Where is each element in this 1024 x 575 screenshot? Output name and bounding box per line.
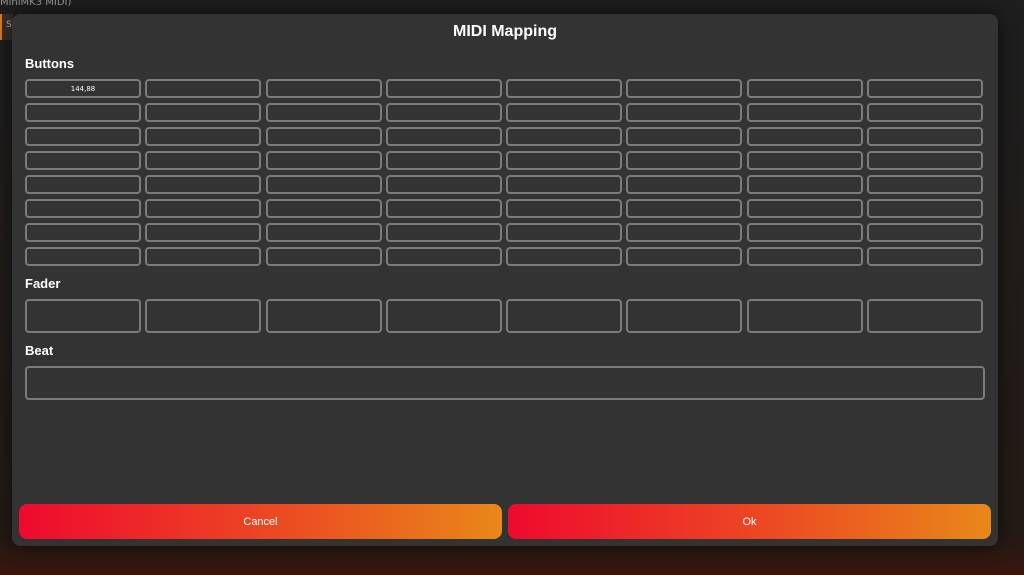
button-mapping-cell[interactable] bbox=[626, 175, 743, 194]
button-mapping-cell[interactable] bbox=[867, 223, 984, 242]
button-mapping-cell[interactable] bbox=[145, 175, 262, 194]
button-mapping-cell[interactable] bbox=[626, 127, 743, 146]
button-mapping-cell[interactable] bbox=[626, 199, 743, 218]
button-mapping-cell[interactable] bbox=[265, 175, 382, 194]
button-mapping-cell[interactable] bbox=[385, 79, 502, 98]
button-mapping-cell[interactable] bbox=[867, 103, 984, 122]
button-mapping-cell[interactable] bbox=[25, 223, 141, 242]
button-mapping-cell[interactable] bbox=[746, 127, 863, 146]
button-mapping-cell[interactable] bbox=[867, 247, 984, 266]
button-mapping-cell[interactable]: 144,88 bbox=[25, 79, 141, 98]
button-mapping-cell[interactable] bbox=[265, 247, 382, 266]
button-mapping-cell[interactable] bbox=[25, 127, 141, 146]
button-mapping-cell[interactable] bbox=[746, 151, 863, 170]
button-mapping-cell[interactable] bbox=[746, 103, 863, 122]
button-mapping-cell[interactable] bbox=[25, 247, 141, 266]
button-mapping-cell[interactable] bbox=[746, 199, 863, 218]
button-mapping-cell[interactable] bbox=[746, 247, 863, 266]
button-mapping-cell[interactable] bbox=[385, 199, 502, 218]
fader-mapping-cell[interactable] bbox=[385, 299, 502, 333]
button-mapping-cell[interactable] bbox=[265, 151, 382, 170]
beat-section-label: Beat bbox=[25, 343, 54, 358]
button-mapping-cell[interactable] bbox=[385, 223, 502, 242]
button-mapping-cell[interactable] bbox=[145, 223, 262, 242]
fader-mapping-cell[interactable] bbox=[746, 299, 863, 333]
button-mapping-cell[interactable] bbox=[506, 151, 623, 170]
button-mapping-cell[interactable] bbox=[867, 151, 984, 170]
button-mapping-cell[interactable] bbox=[506, 223, 623, 242]
fader-mapping-cell[interactable] bbox=[145, 299, 262, 333]
button-mapping-cell[interactable] bbox=[385, 247, 502, 266]
button-mapping-cell[interactable] bbox=[145, 127, 262, 146]
button-mapping-cell[interactable] bbox=[626, 223, 743, 242]
button-mapping-cell[interactable] bbox=[265, 103, 382, 122]
ok-button[interactable]: Ok bbox=[508, 504, 991, 539]
button-mapping-cell[interactable] bbox=[145, 79, 262, 98]
button-mapping-cell[interactable] bbox=[867, 127, 984, 146]
button-mapping-cell[interactable] bbox=[867, 79, 984, 98]
fader-mapping-cell[interactable] bbox=[626, 299, 743, 333]
button-mapping-cell[interactable] bbox=[746, 175, 863, 194]
button-mapping-cell[interactable] bbox=[626, 103, 743, 122]
button-mapping-cell[interactable] bbox=[145, 199, 262, 218]
fader-mapping-cell[interactable] bbox=[25, 299, 141, 333]
button-mapping-cell[interactable] bbox=[25, 175, 141, 194]
button-mapping-cell[interactable] bbox=[265, 127, 382, 146]
fader-grid bbox=[25, 299, 984, 333]
button-mapping-cell[interactable] bbox=[506, 199, 623, 218]
button-mapping-cell[interactable] bbox=[506, 79, 623, 98]
button-mapping-cell[interactable] bbox=[626, 79, 743, 98]
fader-mapping-cell[interactable] bbox=[265, 299, 382, 333]
button-mapping-cell[interactable] bbox=[867, 199, 984, 218]
button-mapping-cell[interactable] bbox=[626, 151, 743, 170]
fader-mapping-cell[interactable] bbox=[867, 299, 984, 333]
fader-section-label: Fader bbox=[25, 276, 61, 291]
button-mapping-cell[interactable] bbox=[626, 247, 743, 266]
buttons-section-label: Buttons bbox=[25, 56, 75, 71]
button-mapping-cell[interactable] bbox=[265, 199, 382, 218]
device-label: MiniMK3 MIDI) bbox=[0, 0, 72, 8]
button-mapping-cell[interactable] bbox=[867, 175, 984, 194]
beat-mapping-field[interactable] bbox=[25, 366, 985, 400]
button-mapping-cell[interactable] bbox=[385, 151, 502, 170]
button-mapping-cell[interactable] bbox=[145, 247, 262, 266]
dialog-title: MIDI Mapping bbox=[453, 23, 557, 40]
button-mapping-cell[interactable] bbox=[385, 103, 502, 122]
button-mapping-cell[interactable] bbox=[506, 247, 623, 266]
fader-mapping-cell[interactable] bbox=[506, 299, 623, 333]
buttons-grid: 144,88 bbox=[25, 79, 984, 266]
button-mapping-cell[interactable] bbox=[746, 79, 863, 98]
button-mapping-cell[interactable] bbox=[506, 127, 623, 146]
button-mapping-cell[interactable] bbox=[385, 127, 502, 146]
midi-mapping-dialog: MIDI Mapping Buttons 144,88 Fader Beat C… bbox=[12, 14, 998, 546]
button-mapping-cell[interactable] bbox=[25, 199, 141, 218]
button-mapping-cell[interactable] bbox=[265, 79, 382, 98]
button-mapping-cell[interactable] bbox=[746, 223, 863, 242]
button-mapping-cell[interactable] bbox=[145, 151, 262, 170]
button-mapping-cell[interactable] bbox=[25, 103, 141, 122]
cancel-button[interactable]: Cancel bbox=[19, 504, 502, 539]
button-mapping-cell[interactable] bbox=[506, 103, 623, 122]
button-mapping-cell[interactable] bbox=[25, 151, 141, 170]
button-mapping-cell[interactable] bbox=[385, 175, 502, 194]
button-mapping-cell[interactable] bbox=[265, 223, 382, 242]
button-mapping-cell[interactable] bbox=[506, 175, 623, 194]
button-mapping-cell[interactable] bbox=[145, 103, 262, 122]
